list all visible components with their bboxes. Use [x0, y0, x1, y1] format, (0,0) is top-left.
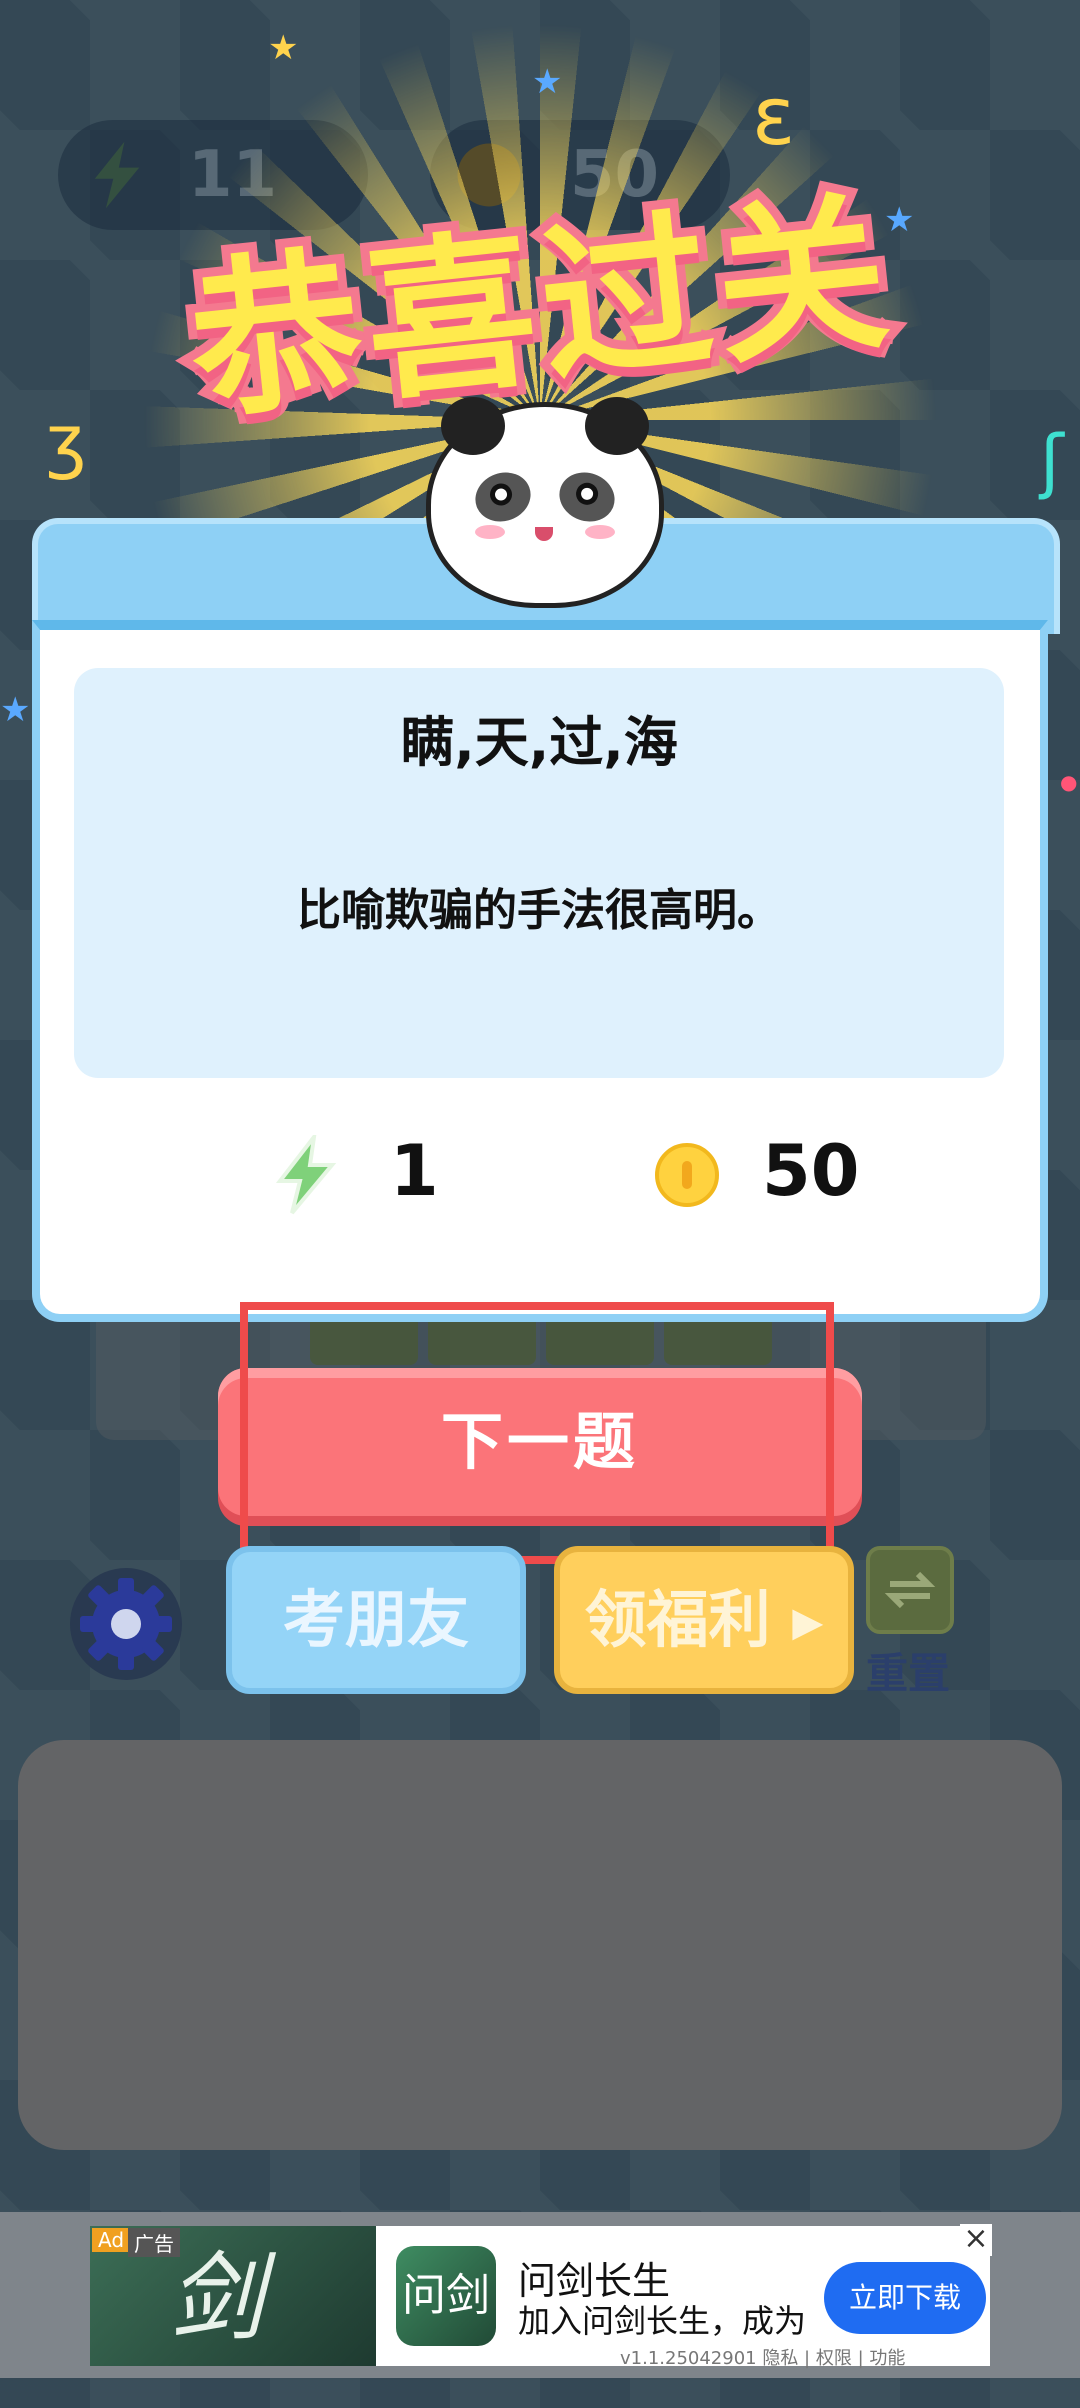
ad-meta-info[interactable]: v1.1.25042901 隐私 | 权限 | 功能	[620, 2344, 905, 2370]
keyboard-panel	[18, 1740, 1062, 2150]
star-decoration: ★	[0, 690, 31, 730]
ad-close-icon[interactable]: ×	[960, 2224, 992, 2256]
ad-image-logo: 剑	[168, 2242, 264, 2354]
ribbon-decoration: ʃ	[1040, 420, 1064, 502]
reset-icon[interactable]	[866, 1546, 954, 1634]
reward-coin-value: 50	[762, 1130, 860, 1212]
idiom-info-box: 瞒,天,过,海 比喻欺骗的手法很高明。	[74, 668, 1004, 1078]
star-decoration: ★	[532, 62, 563, 102]
idiom-text: 瞒,天,过,海	[400, 711, 678, 774]
ad-download-button[interactable]: 立即下载	[824, 2262, 986, 2334]
settings-gear-icon[interactable]	[70, 1568, 182, 1680]
lightning-icon	[275, 1135, 337, 1215]
ad-label: 广告	[128, 2228, 180, 2257]
get-welfare-button[interactable]: 领福利 ▸	[554, 1546, 854, 1694]
reward-energy-value: 1	[390, 1130, 439, 1212]
coin-icon	[655, 1143, 719, 1207]
panda-mascot	[426, 397, 664, 608]
ad-badge: Ad	[92, 2228, 131, 2252]
dot-decoration: ●	[1060, 770, 1078, 794]
idiom-meaning: 比喻欺骗的手法很高明。	[297, 885, 781, 936]
star-decoration: ★	[268, 28, 299, 68]
ad-app-icon[interactable]: 问剑	[396, 2246, 496, 2346]
challenge-friend-button[interactable]: 考朋友	[226, 1546, 526, 1694]
ad-description: 加入问剑长生，成为	[518, 2302, 807, 2340]
reset-label[interactable]: 重置	[866, 1640, 950, 1701]
highlight-box	[240, 1302, 834, 1564]
